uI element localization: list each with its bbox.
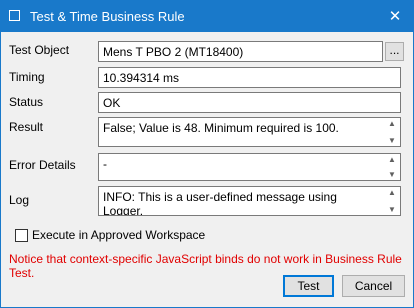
scroll-up-arrow-icon[interactable]: ▲ xyxy=(388,154,396,165)
timing-field[interactable]: 10.394314 ms xyxy=(98,67,401,88)
test-object-field[interactable]: Mens T PBO 2 (MT18400) xyxy=(98,41,383,62)
timing-label: Timing xyxy=(9,70,45,84)
scroll-up-arrow-icon[interactable]: ▲ xyxy=(388,118,396,129)
error-details-field[interactable]: - ▲ ▼ xyxy=(98,153,401,181)
result-label: Result xyxy=(9,120,44,134)
close-icon[interactable]: ✕ xyxy=(377,1,413,32)
scroll-up-arrow-icon[interactable]: ▲ xyxy=(388,187,396,198)
execute-in-approved-workspace-label: Execute in Approved Workspace xyxy=(32,228,206,242)
scroll-down-arrow-icon[interactable]: ▼ xyxy=(388,204,396,215)
window-title: Test & Time Business Rule xyxy=(30,9,185,24)
error-details-label: Error Details xyxy=(9,158,76,172)
test-button[interactable]: Test xyxy=(283,275,334,297)
cancel-button[interactable]: Cancel xyxy=(342,275,405,297)
window-icon xyxy=(9,10,20,21)
status-field[interactable]: OK xyxy=(98,92,401,113)
execute-in-approved-workspace-checkbox[interactable] xyxy=(15,228,28,242)
result-field[interactable]: False; Value is 48. Minimum required is … xyxy=(98,117,401,147)
status-label: Status xyxy=(9,95,44,109)
execute-in-approved-workspace-option[interactable]: Execute in Approved Workspace xyxy=(15,228,205,242)
timing-value: 10.394314 ms xyxy=(103,71,180,85)
scroll-down-arrow-icon[interactable]: ▼ xyxy=(388,169,396,180)
title-bar[interactable]: Test & Time Business Rule ✕ xyxy=(1,1,413,32)
log-value: INFO: This is a user-defined message usi… xyxy=(103,190,337,216)
test-object-label: Test Object xyxy=(9,43,70,57)
scroll-down-arrow-icon[interactable]: ▼ xyxy=(388,135,396,146)
result-scrollbar[interactable]: ▲ ▼ xyxy=(384,118,400,146)
error-details-scrollbar[interactable]: ▲ ▼ xyxy=(384,154,400,180)
status-value: OK xyxy=(103,96,121,110)
log-scrollbar[interactable]: ▲ ▼ xyxy=(384,187,400,215)
error-details-value: - xyxy=(103,157,107,171)
log-label: Log xyxy=(9,193,30,207)
result-value: False; Value is 48. Minimum required is … xyxy=(103,121,339,135)
log-field[interactable]: INFO: This is a user-defined message usi… xyxy=(98,186,401,216)
browse-button[interactable]: ... xyxy=(385,42,404,61)
dialog-window: Test & Time Business Rule ✕ Test Object … xyxy=(0,0,414,308)
test-object-value: Mens T PBO 2 (MT18400) xyxy=(103,45,244,59)
